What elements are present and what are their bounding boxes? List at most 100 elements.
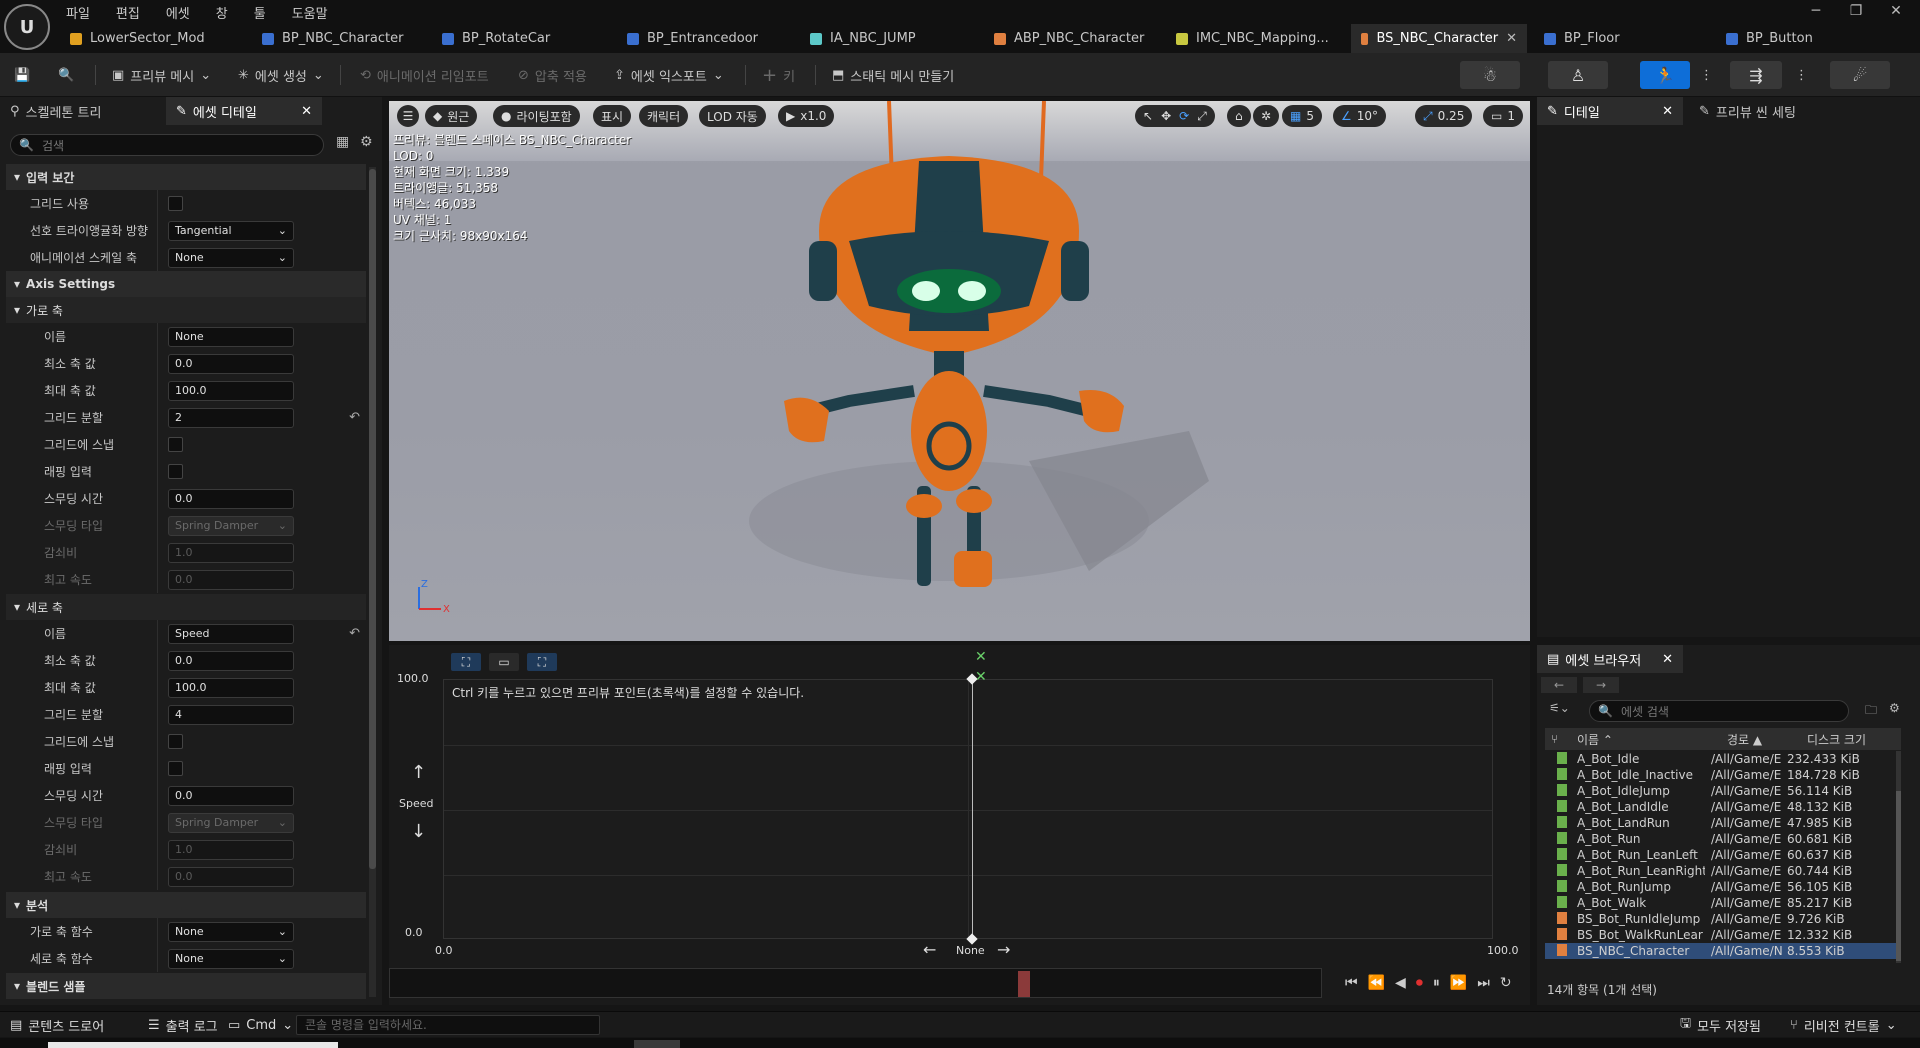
timeline-scrubber[interactable] [1018,971,1030,997]
list-item[interactable]: A_Bot_LandIdle/All/Game/E 48.132 KiB [1545,799,1901,815]
menu-edit[interactable]: 편집 [116,3,140,22]
export-asset-button[interactable]: ⇪ 에셋 익스포트 ⌄ [614,61,724,89]
physics-mode-button[interactable]: ☄ [1830,61,1890,89]
timeline[interactable] [389,968,1322,998]
close-tab-icon[interactable]: ✕ [1662,104,1673,119]
h-damp-field[interactable]: 1.0 [168,542,294,563]
reset-arrow-icon[interactable]: ↶ [349,410,360,425]
v-grid-field[interactable]: 4 [168,704,294,725]
transform-tools[interactable]: ↖ ✥ ⟳ ⤢ [1135,105,1215,127]
unreal-logo[interactable]: U [4,4,50,50]
reimport-button[interactable]: ⟲ 애니메이션 리임포트 [360,61,489,89]
source-control-icon[interactable]: ⑂ [1545,732,1577,746]
scale-snap-button[interactable]: ⤢ 0.25 [1415,105,1473,127]
tab-details[interactable]: ✎ 디테일 ✕ [1537,97,1683,125]
close-tab-icon[interactable]: ✕ [1662,652,1673,667]
filter-icon[interactable]: ⚟⌄ [1549,701,1570,715]
list-item[interactable]: A_Bot_Run_LeanRight/All/Game/E 60.744 KiB [1545,863,1901,879]
col-path[interactable]: 경로 ▲ [1727,731,1807,748]
last-frame-icon[interactable]: ⏭ [1477,975,1490,991]
tab-preview-scene[interactable]: ✎ 프리뷰 씬 세팅 [1689,97,1806,125]
list-item[interactable]: A_Bot_RunJump/All/Game/E 56.105 KiB [1545,879,1901,895]
apply-compression-button[interactable]: ⊘ 압축 적용 [518,61,587,89]
v-snap-checkbox[interactable] [168,734,183,749]
h-smooth-field[interactable]: 0.0 [168,488,294,509]
record-icon[interactable]: ⏺ [1416,975,1423,991]
loop-icon[interactable]: ↻ [1500,975,1512,991]
lod-button[interactable]: LOD 자동 [699,105,766,127]
gear-icon[interactable]: ⚙ [1889,701,1900,715]
gear-icon[interactable]: ⚙ [360,134,373,150]
restore-icon[interactable]: ❐ [1836,0,1876,22]
close-tab-icon[interactable]: ✕ [301,104,312,119]
skeleton-mode-button[interactable]: ☃ [1460,61,1520,89]
show-triangulation-icon[interactable]: ▭ [489,653,519,671]
back-arrow-icon[interactable]: ← [1541,677,1577,693]
prev-frame-icon[interactable]: ⏪ [1368,975,1385,991]
browse-icon[interactable]: 🔍 [58,61,74,89]
minimize-icon[interactable]: ─ [1796,0,1836,22]
mesh-mode-button[interactable]: ♙ [1548,61,1608,89]
save-all-button[interactable]: 🖫 모두 저장됨 [1680,1015,1761,1035]
preview-viewport[interactable]: ☰ ◆ 원근 ● 라이팅포함 표시 캐릭터 LOD 자동 ▶ x1.0 ↖ ✥ ⟳ ⤢ ⌂ … [389,101,1530,641]
cmd-dropdown[interactable]: ▭ Cmd ⌄ [228,1015,293,1035]
close-window-icon[interactable]: ✕ [1876,0,1916,22]
surface-snap-icon[interactable]: ✲ [1253,105,1280,127]
key-button[interactable]: + 키 [762,61,795,89]
v-damp-field[interactable]: 1.0 [168,839,294,860]
h-min-field[interactable]: 0.0 [168,353,294,374]
taskbar-thumbnail[interactable] [48,1042,338,1048]
h-max-field[interactable]: 100.0 [168,380,294,401]
v-func-dropdown[interactable]: None ⌄ [168,948,294,969]
forward-arrow-icon[interactable]: → [1583,677,1619,693]
more-options-icon[interactable]: ⋮ [1795,61,1808,89]
v-max-field[interactable]: 100.0 [168,677,294,698]
folder-icon[interactable]: 🗀 [1865,701,1877,722]
col-name[interactable]: 이름 ⌃ [1577,731,1727,748]
select-icon[interactable]: ↖ [1143,109,1153,123]
col-size[interactable]: 디스크 크기 [1807,731,1901,748]
h-speed-field[interactable]: 0.0 [168,569,294,590]
list-item[interactable]: A_Bot_Run/All/Game/E 60.681 KiB [1545,831,1901,847]
revision-control-button[interactable]: ⑂ 리비전 컨트롤 ⌄ [1790,1015,1897,1035]
scrollbar[interactable] [369,167,376,997]
lit-button[interactable]: ● 라이팅포함 [493,105,580,127]
camera-icon[interactable]: ⌂ [1227,105,1251,127]
playrate-button[interactable]: ▶ x1.0 [778,105,835,127]
tab-bs-nbc-character[interactable]: BS_NBC_Character ✕ [1351,24,1527,53]
v-wrap-checkbox[interactable] [168,761,183,776]
taskbar-item[interactable] [634,1040,680,1048]
category-axis-settings[interactable]: ▾ Axis Settings [6,271,366,297]
tab-imc-nbc-mapping[interactable]: IMC_NBC_Mapping... [1166,24,1339,53]
tab-bp-entrancedoor[interactable]: BP_Entrancedoor [617,24,768,53]
list-item[interactable]: BS_Bot_WalkRunLear/All/Game/E 12.332 KiB [1545,927,1901,943]
menu-window[interactable]: 창 [216,3,228,22]
show-button[interactable]: 표시 [593,105,632,127]
h-name-field[interactable]: None [168,326,294,347]
h-func-dropdown[interactable]: None ⌄ [168,921,294,942]
list-item[interactable]: A_Bot_Walk/All/Game/E 85.217 KiB [1545,895,1901,911]
category-analysis[interactable]: ▾ 분석 [6,892,366,918]
list-item[interactable]: A_Bot_Run_LeanLeft/All/Game/E 60.637 KiB [1545,847,1901,863]
first-frame-icon[interactable]: ⏮ [1345,975,1358,991]
blendspace-editor[interactable]: ⛶ ▭ ⛶ Ctrl 키를 누르고 있으면 프리뷰 포인트(초록색)를 설정할 … [389,645,1530,1005]
scale-icon[interactable]: ⤢ [1197,109,1207,124]
tab-lowersector[interactable]: LowerSector_Mod [60,24,215,53]
tab-skeleton-tree[interactable]: ⚲ 스켈레톤 트리 [0,97,111,125]
v-speed-field[interactable]: 0.0 [168,866,294,887]
show-animation-names-icon[interactable]: ⛶ [527,653,557,671]
v-min-field[interactable]: 0.0 [168,650,294,671]
asset-scrollbar[interactable] [1896,751,1901,963]
list-item[interactable]: A_Bot_IdleJump/All/Game/E 56.114 KiB [1545,783,1901,799]
viewport-menu-icon[interactable]: ☰ [397,105,419,127]
list-item[interactable]: BS_NBC_Character/All/Game/N 8.553 KiB [1545,943,1901,959]
scale-axis-dropdown[interactable]: None ⌄ [168,247,294,268]
more-options-icon[interactable]: ⋮ [1700,61,1713,89]
next-frame-icon[interactable]: ⏩ [1450,975,1467,991]
list-item[interactable]: A_Bot_LandRun/All/Game/E 47.985 KiB [1545,815,1901,831]
category-h-axis[interactable]: ▾ 가로 축 [6,297,366,323]
perspective-button[interactable]: ◆ 원근 [425,105,478,127]
camera-speed-button[interactable]: ▭ 1 [1483,105,1523,127]
move-icon[interactable]: ✥ [1161,109,1171,123]
rotation-snap-button[interactable]: ∠ 10° [1333,105,1387,127]
